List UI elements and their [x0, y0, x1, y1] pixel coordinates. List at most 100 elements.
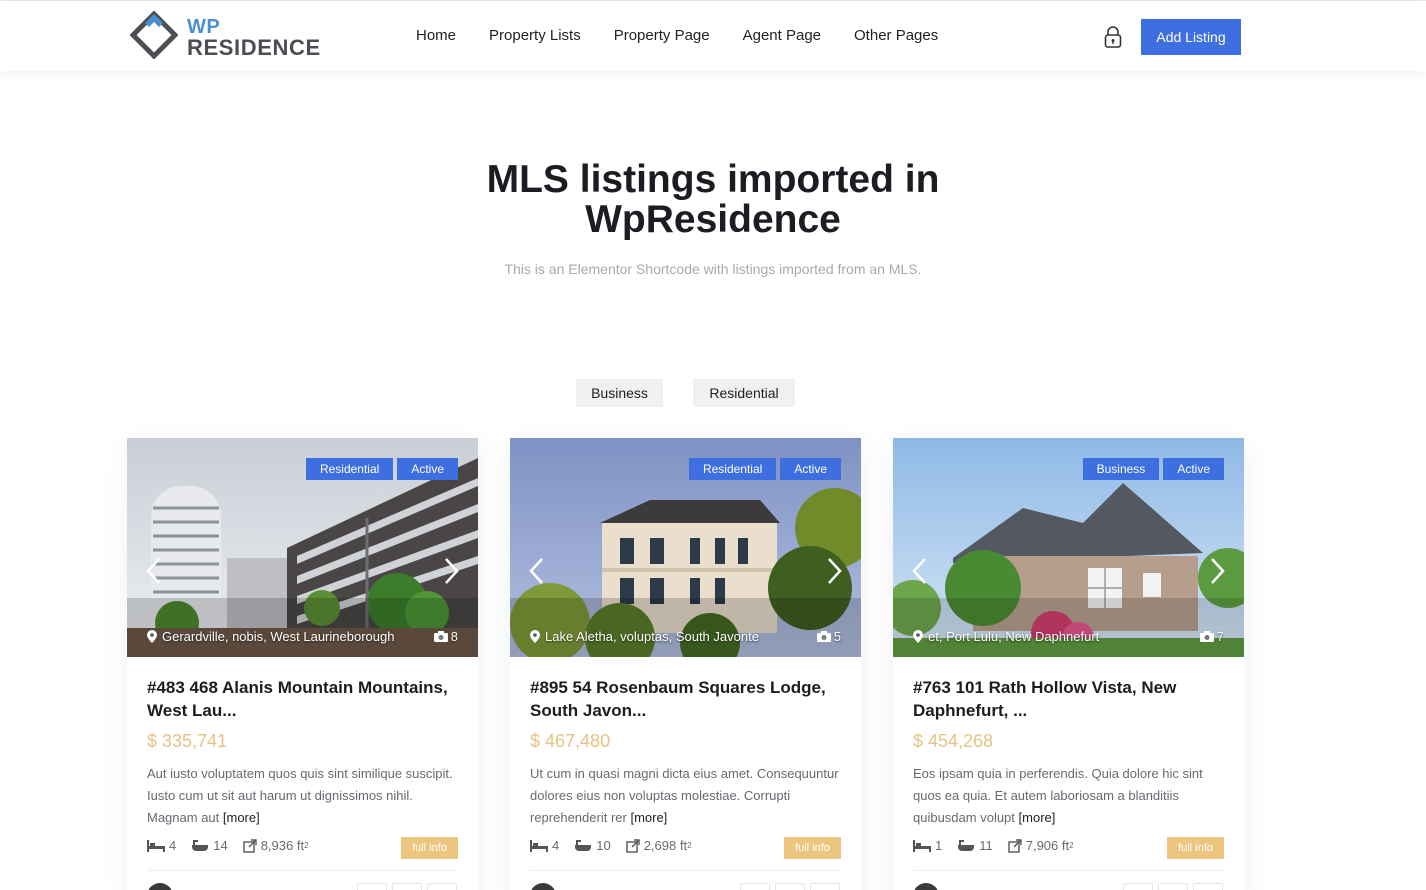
- bed-icon: [913, 839, 931, 852]
- nav-agent-page[interactable]: Agent Page: [743, 26, 821, 48]
- share-button[interactable]: [1123, 883, 1153, 890]
- type-badge[interactable]: Business: [1082, 458, 1160, 480]
- nav-property-page[interactable]: Property Page: [614, 26, 710, 48]
- status-badge[interactable]: Active: [780, 458, 841, 480]
- add-listing-button[interactable]: Add Listing: [1141, 19, 1241, 55]
- compare-button[interactable]: [427, 883, 457, 890]
- property-title[interactable]: #483 468 Alanis Mountain Mountains, West…: [147, 676, 458, 722]
- favorite-button[interactable]: [775, 883, 805, 890]
- chevron-right-icon[interactable]: [441, 556, 461, 586]
- map-pin-icon: [147, 630, 157, 643]
- page-title-line2: WpResidence: [585, 198, 841, 241]
- chevron-left-icon[interactable]: [527, 556, 547, 586]
- map-pin-icon: [913, 630, 923, 643]
- agent-avatar[interactable]: [147, 883, 173, 890]
- filter-tab-business[interactable]: Business: [576, 379, 663, 407]
- logo-wp-text: WP: [187, 16, 221, 38]
- map-pin-icon: [530, 630, 540, 643]
- location-text: et, Port Lulu, New Daphnefurt: [928, 629, 1100, 644]
- property-description: Ut cum in quasi magni dicta eius amet. C…: [530, 763, 845, 829]
- property-photo[interactable]: Business Active et, Port Lulu, New Daphn…: [893, 438, 1244, 657]
- share-button[interactable]: [357, 883, 387, 890]
- favorite-button[interactable]: [1158, 883, 1188, 890]
- property-location[interactable]: Lake Aletha, voluptas, South Javonte: [530, 629, 759, 644]
- size-value: 8,936 ft: [260, 838, 305, 853]
- location-text: Gerardville, nobis, West Laurineborough: [162, 629, 395, 644]
- description-text: Aut iusto voluptatem quos quis sint simi…: [147, 766, 453, 825]
- page-subtitle: This is an Elementor Shortcode with list…: [504, 261, 922, 277]
- full-info-button[interactable]: full info: [784, 837, 841, 859]
- compare-button[interactable]: [810, 883, 840, 890]
- property-title[interactable]: #763 101 Rath Hollow Vista, New Daphnefu…: [913, 676, 1224, 722]
- status-badge[interactable]: Active: [1163, 458, 1224, 480]
- area-icon: [626, 838, 640, 853]
- bath-icon: [192, 840, 209, 851]
- baths-value: 14: [213, 838, 228, 853]
- logo-diamond-icon: [130, 11, 178, 59]
- size-value: 2,698 ft: [643, 838, 688, 853]
- more-link[interactable]: [more]: [1019, 810, 1056, 825]
- location-text: Lake Aletha, voluptas, South Javonte: [545, 629, 759, 644]
- nav-property-lists[interactable]: Property Lists: [489, 26, 581, 48]
- more-link[interactable]: [more]: [223, 810, 260, 825]
- size-feature: 8,936 ft 2: [243, 838, 309, 853]
- property-photo[interactable]: Residential Active Lake Aletha, voluptas…: [510, 438, 861, 657]
- property-card[interactable]: Residential Active Lake Aletha, voluptas…: [510, 438, 861, 890]
- property-location[interactable]: et, Port Lulu, New Daphnefurt: [913, 629, 1099, 644]
- baths-value: 11: [979, 838, 993, 853]
- camera-icon: [433, 631, 448, 642]
- full-info-button[interactable]: full info: [1167, 837, 1224, 859]
- lock-icon[interactable]: [1102, 25, 1124, 49]
- card-divider: [530, 870, 841, 871]
- site-logo[interactable]: WP RESIDENCE: [130, 9, 320, 63]
- badge-group: Residential Active: [688, 458, 841, 480]
- area-icon: [243, 838, 257, 853]
- photo-count: 8: [433, 629, 458, 644]
- property-location[interactable]: Gerardville, nobis, West Laurineborough: [147, 629, 394, 644]
- beds-feature: 4: [530, 838, 559, 853]
- page-title: MLS listings imported in WpResidence: [413, 160, 1013, 240]
- more-link[interactable]: [more]: [630, 810, 667, 825]
- nav-other-pages[interactable]: Other Pages: [854, 26, 938, 48]
- property-card[interactable]: Business Active et, Port Lulu, New Daphn…: [893, 438, 1244, 890]
- bath-icon: [958, 840, 975, 851]
- agent-avatar[interactable]: [913, 883, 939, 890]
- agent-avatar[interactable]: [530, 883, 556, 890]
- main-nav: Home Property Lists Property Page Agent …: [416, 26, 971, 48]
- beds-value: 1: [935, 838, 943, 853]
- filter-tab-residential[interactable]: Residential: [693, 379, 795, 407]
- photo-count: 5: [816, 629, 841, 644]
- property-title[interactable]: #895 54 Rosenbaum Squares Lodge, South J…: [530, 676, 841, 722]
- property-features: 1 11 7,906 ft 2: [913, 838, 1089, 853]
- property-card[interactable]: Residential Active Gerardville, nobis, W…: [127, 438, 478, 890]
- size-value: 7,906 ft: [1025, 838, 1070, 853]
- chevron-right-icon[interactable]: [824, 556, 844, 586]
- card-divider: [147, 870, 458, 871]
- photo-count-value: 8: [450, 629, 458, 644]
- property-price: $ 467,480: [530, 731, 611, 751]
- size-unit-exponent: 2: [304, 841, 309, 850]
- favorite-button[interactable]: [392, 883, 422, 890]
- status-badge[interactable]: Active: [397, 458, 458, 480]
- nav-home[interactable]: Home: [416, 26, 456, 48]
- bed-icon: [147, 839, 165, 852]
- beds-feature: 1: [913, 838, 942, 853]
- site-header: WP RESIDENCE Home Property Lists Propert…: [0, 1, 1426, 71]
- compare-button[interactable]: [1193, 883, 1223, 890]
- share-button[interactable]: [740, 883, 770, 890]
- property-photo[interactable]: Residential Active Gerardville, nobis, W…: [127, 438, 478, 657]
- page-title-line1: MLS listings imported in: [486, 158, 940, 201]
- chevron-left-icon[interactable]: [144, 556, 164, 586]
- full-info-button[interactable]: full info: [401, 837, 458, 859]
- chevron-right-icon[interactable]: [1207, 556, 1227, 586]
- baths-feature: 14: [191, 838, 228, 853]
- type-badge[interactable]: Residential: [688, 458, 777, 480]
- size-unit-exponent: 2: [687, 841, 692, 850]
- property-description: Aut iusto voluptatem quos quis sint simi…: [147, 763, 462, 829]
- type-badge[interactable]: Residential: [305, 458, 394, 480]
- beds-value: 4: [169, 838, 177, 853]
- chevron-left-icon[interactable]: [910, 556, 930, 586]
- bed-icon: [530, 839, 548, 852]
- camera-icon: [1199, 631, 1214, 642]
- description-text: Ut cum in quasi magni dicta eius amet. C…: [530, 766, 839, 825]
